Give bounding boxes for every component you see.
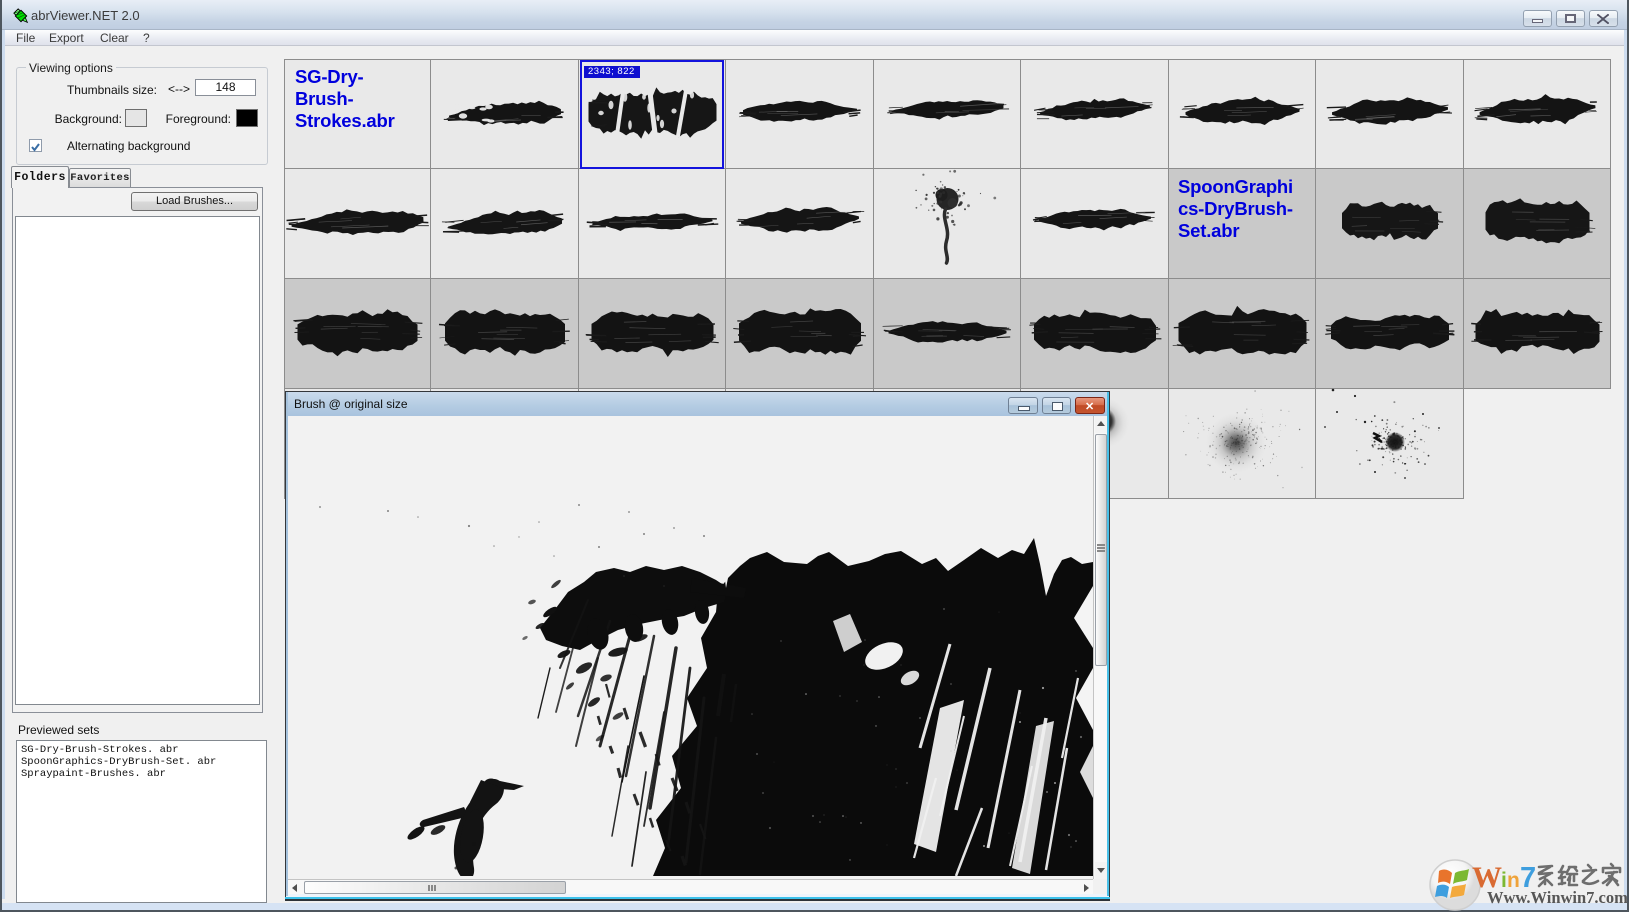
svg-text:Www.Winwin7.com: Www.Winwin7.com	[1487, 888, 1628, 907]
